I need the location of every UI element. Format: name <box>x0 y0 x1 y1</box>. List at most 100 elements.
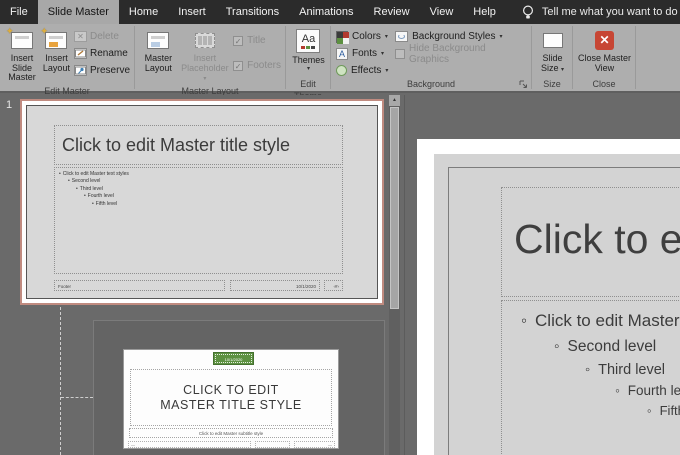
date-placeholder[interactable]: 10/1/2020 <box>230 280 320 291</box>
group-master-layout: Master Layout Insert Placeholder ▾ ✓ Tit… <box>135 24 285 91</box>
delete-icon: ✕ <box>74 31 87 42</box>
layout-title-line2: MASTER TITLE STYLE <box>131 398 331 413</box>
group-size: Slide Size ▾ Size <box>532 24 572 91</box>
effects-label: Effects <box>351 65 381 76</box>
master-thumbnail-slide: Click to edit Master title style •Click … <box>26 105 378 299</box>
slide-number-text: ‹#› <box>325 281 342 289</box>
dialog-launcher-icon[interactable] <box>519 80 528 89</box>
main-title-placeholder[interactable]: Click to edit Master title style <box>501 187 680 297</box>
thumbnail-connector-vertical <box>60 307 61 455</box>
scrollbar-thumb[interactable] <box>390 107 399 309</box>
group-label-edit-theme: Edit Theme <box>286 78 330 91</box>
colors-icon <box>336 31 348 43</box>
master-title-placeholder[interactable]: Click to edit Master title style <box>54 125 343 165</box>
pane-divider[interactable] <box>404 95 405 455</box>
tab-review[interactable]: Review <box>364 0 420 24</box>
delete-label: Delete <box>90 31 119 42</box>
slide-number-placeholder[interactable]: ‹#› <box>324 280 343 291</box>
footer-placeholder[interactable]: Footer <box>54 280 225 291</box>
master-title-text: Click to edit Master title style <box>55 126 342 156</box>
group-separator <box>635 26 636 89</box>
tab-view[interactable]: View <box>420 0 464 24</box>
tellme-box[interactable]: Tell me what you want to do <box>522 0 678 24</box>
group-background: Colors ▾ A Fonts ▾ Effects ▾ <box>331 24 531 91</box>
insert-placeholder-icon <box>193 29 217 51</box>
bullet-line: ◦Fifth level <box>647 403 680 418</box>
bullet-line: ◦Second level <box>554 338 680 356</box>
insert-layout-label: Insert Layout <box>42 54 71 73</box>
main-body-placeholder[interactable]: ◦Click to edit Master text styles ◦Secon… <box>501 300 680 455</box>
themes-button[interactable]: Aa Themes ▾ <box>291 27 326 74</box>
slide-size-label: Slide Size ▾ <box>536 54 569 73</box>
layout-date-box <box>255 441 290 448</box>
insert-placeholder-label: Insert Placeholder ▾ <box>180 54 230 83</box>
title-checkbox-label: Title <box>247 35 266 46</box>
master-layout-label: Master Layout <box>139 54 178 73</box>
hide-background-graphics-label: Hide Background Graphics <box>409 43 527 65</box>
rename-button[interactable]: Rename <box>72 46 132 61</box>
insert-placeholder-button: Insert Placeholder ▾ <box>179 27 231 85</box>
tab-slide-master[interactable]: Slide Master <box>38 0 119 24</box>
preserve-label: Preserve <box>90 65 130 76</box>
insert-layout-icon: ✦ <box>44 29 68 51</box>
group-edit-master: ✦ Insert Slide Master ✦ Insert Layout ✕ … <box>0 24 134 91</box>
tab-file[interactable]: File <box>0 0 38 24</box>
tab-animations[interactable]: Animations <box>289 0 363 24</box>
bullet-line: •Click to edit Master text styles <box>59 171 342 178</box>
layout-subtitle-placeholder: Click to edit Master subtitle style <box>129 428 333 438</box>
rename-label: Rename <box>90 48 128 59</box>
scrollbar-up-icon[interactable]: ▲ <box>389 95 400 106</box>
preserve-button[interactable]: Preserve <box>72 63 132 78</box>
tab-transitions[interactable]: Transitions <box>216 0 289 24</box>
themes-label: Themes <box>292 56 325 66</box>
footer-text: Footer <box>55 281 224 289</box>
layout-date-banner: 10/1/2020 <box>213 352 254 365</box>
bullet-line: •Fourth level <box>59 193 342 200</box>
close-master-view-button[interactable]: ✕ Close Master View <box>577 27 633 75</box>
colors-dropdown[interactable]: Colors ▾ <box>334 29 393 44</box>
menubar: File Slide Master Home Insert Transition… <box>0 0 680 24</box>
layout-thumbnail[interactable]: 10/1/2020 CLICK TO EDIT MASTER TITLE STY… <box>93 320 385 455</box>
master-body-placeholder[interactable]: •Click to edit Master text styles •Secon… <box>54 167 343 274</box>
slide-number: 1 <box>6 99 12 111</box>
tellme-label: Tell me what you want to do <box>542 6 678 18</box>
hide-background-graphics-checkbox: Hide Background Graphics <box>393 46 529 61</box>
main-slide[interactable]: Click to edit Master title style ◦Click … <box>448 167 680 455</box>
effects-dropdown[interactable]: Effects ▾ <box>334 63 393 78</box>
footers-checkbox: ✓ Footers <box>231 58 283 73</box>
effects-icon <box>336 65 347 76</box>
group-label-close: Close <box>573 78 635 91</box>
delete-button: ✕ Delete <box>72 29 132 44</box>
main-title-text: Click to edit Master title style <box>502 188 680 263</box>
layout-footer-box: — <box>128 441 251 448</box>
fonts-icon: A <box>336 48 348 60</box>
lightbulb-icon <box>522 5 534 20</box>
fonts-label: Fonts <box>352 48 377 59</box>
rename-icon <box>74 48 87 59</box>
ribbon: ✦ Insert Slide Master ✦ Insert Layout ✕ … <box>0 24 680 93</box>
thumbnail-connector-horizontal <box>61 397 93 398</box>
title-checkbox-box: ✓ <box>233 36 243 46</box>
insert-layout-button[interactable]: ✦ Insert Layout <box>41 27 72 75</box>
tab-help[interactable]: Help <box>463 0 506 24</box>
tab-insert[interactable]: Insert <box>168 0 216 24</box>
hide-background-graphics-box <box>395 49 405 59</box>
thumbnail-scrollbar[interactable]: ▲ <box>389 95 400 455</box>
slide-size-icon <box>541 29 565 51</box>
tab-home[interactable]: Home <box>119 0 168 24</box>
layout-number-box: — <box>294 441 335 448</box>
bullet-line: •Third level <box>59 186 342 193</box>
preserve-icon <box>74 65 87 76</box>
insert-slide-master-label: Insert Slide Master <box>4 54 40 83</box>
master-slide-thumbnail[interactable]: Click to edit Master title style •Click … <box>20 99 384 305</box>
themes-icon: Aa <box>296 29 320 53</box>
fonts-dropdown[interactable]: A Fonts ▾ <box>334 46 393 61</box>
insert-slide-master-button[interactable]: ✦ Insert Slide Master <box>3 27 41 85</box>
layout-thumbnail-slide: 10/1/2020 CLICK TO EDIT MASTER TITLE STY… <box>123 349 339 449</box>
slide-size-button[interactable]: Slide Size ▾ <box>535 27 570 75</box>
footers-checkbox-box: ✓ <box>233 61 243 71</box>
background-styles-icon <box>395 31 408 42</box>
master-layout-button[interactable]: Master Layout <box>138 27 179 75</box>
footers-checkbox-label: Footers <box>247 60 281 71</box>
group-edit-theme: Aa Themes ▾ Edit Theme <box>286 24 330 91</box>
